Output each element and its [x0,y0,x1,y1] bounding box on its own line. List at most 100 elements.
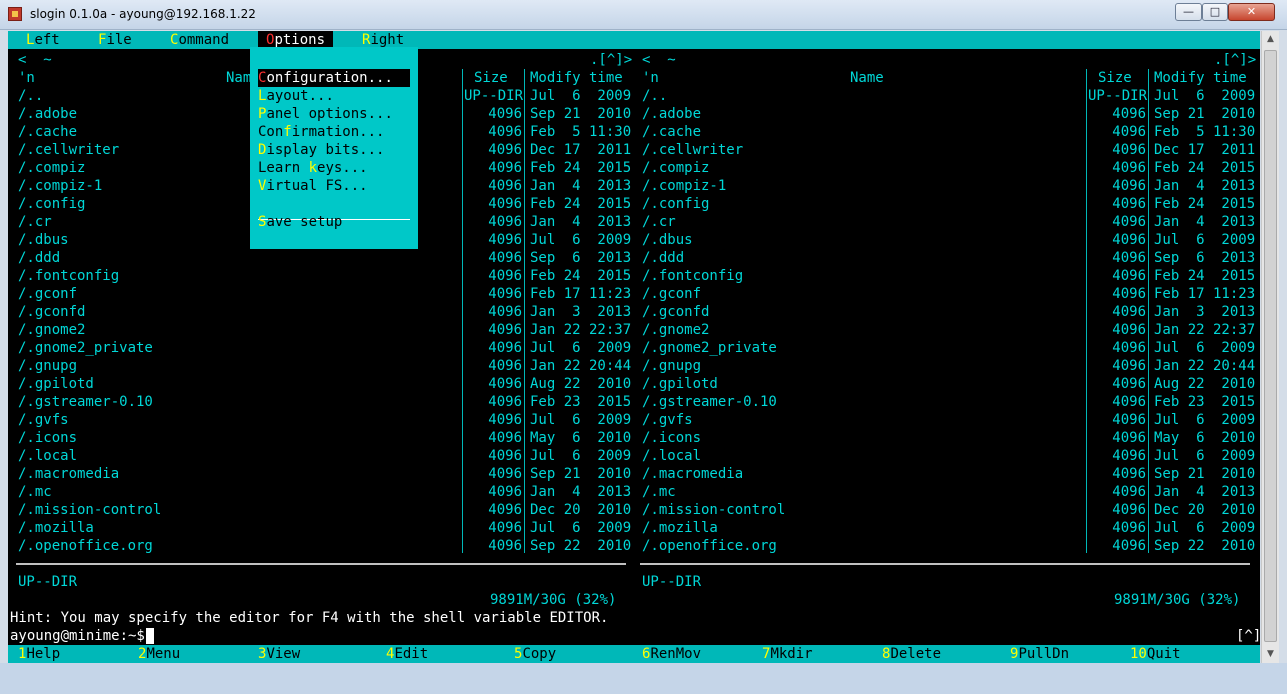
fkey-pulldn-button[interactable]: 9PullDn [1010,645,1069,663]
options-menu-item[interactable]: Configuration... [258,69,410,87]
fkey-menu-button[interactable]: 2Menu [138,645,180,663]
right-file-name[interactable]: /.cr [642,213,676,231]
left-panel-history[interactable]: .[^]> [590,51,632,69]
right-file-name[interactable]: /.gpilotd [642,375,718,393]
left-file-name[interactable]: /.gnupg [18,357,77,375]
right-file-size: 4096 [1112,466,1146,482]
left-file-name[interactable]: /.compiz-1 [18,177,102,195]
right-panel-history[interactable]: .[^]> [1214,51,1256,69]
right-file-name[interactable]: /.gconf [642,285,701,303]
options-menu-item[interactable]: Panel options... [258,105,410,123]
fkey-copy-button[interactable]: 5Copy [514,645,556,663]
left-file-date: Sep 21 2010 [530,106,632,122]
options-menu-item[interactable]: Display bits... [258,141,410,159]
right-header-mtime[interactable]: Modify time [1154,69,1247,87]
left-file-name[interactable]: /.mission-control [18,501,161,519]
left-file-name[interactable]: /.gvfs [18,411,69,429]
options-menu-item[interactable]: Save setup [258,213,410,231]
maximize-button[interactable]: □ [1202,3,1228,21]
left-file-name[interactable]: /.mozilla [18,519,94,537]
left-file-date: Jan 4 2013 [530,214,632,230]
left-file-name[interactable]: /.macromedia [18,465,119,483]
left-file-name[interactable]: /.adobe [18,105,77,123]
right-file-name[interactable]: /.fontconfig [642,267,743,285]
left-header-size[interactable]: Size [474,69,508,87]
right-file-name[interactable]: /.config [642,195,709,213]
left-file-name[interactable]: /.local [18,447,77,465]
left-file-name[interactable]: /.gnome2_private [18,339,153,357]
terminal-screen[interactable]: Left File Command Options Right < ~ .[^]> 'n… [8,31,1260,663]
left-file-name[interactable]: /.cellwriter [18,141,119,159]
right-file-name[interactable]: /.gnome2 [642,321,709,339]
left-file-name[interactable]: /.config [18,195,85,213]
left-file-name[interactable]: /.cache [18,123,77,141]
left-file-name[interactable]: /.compiz [18,159,85,177]
right-file-name[interactable]: /.gstreamer-0.10 [642,393,777,411]
window-titlebar[interactable]: slogin 0.1.0a - ayoung@192.168.1.22 — □ … [0,0,1287,30]
left-file-name[interactable]: /.. [18,87,43,105]
menu-command[interactable]: Command [170,31,229,49]
right-file-name[interactable]: /.compiz [642,159,709,177]
right-header-name[interactable]: Name [850,69,884,87]
close-button[interactable]: ✕ [1228,3,1275,21]
right-file-name[interactable]: /.openoffice.org [642,537,777,555]
left-file-name[interactable]: /.ddd [18,249,60,267]
right-file-name[interactable]: /.gconfd [642,303,709,321]
left-header-mtime[interactable]: Modify time [530,69,623,87]
right-file-size: 4096 [1112,178,1146,194]
right-file-name[interactable]: /.mc [642,483,676,501]
app-icon [8,7,22,21]
fkey-help-button[interactable]: 1Help [18,645,60,663]
right-file-name[interactable]: /.macromedia [642,465,743,483]
right-file-name[interactable]: /.mozilla [642,519,718,537]
right-file-name[interactable]: /.compiz-1 [642,177,726,195]
fkey-quit-button[interactable]: 10Quit [1130,645,1181,663]
left-file-name[interactable]: /.dbus [18,231,69,249]
right-header-size[interactable]: Size [1098,69,1132,87]
shell-prompt[interactable]: ayoung@minime:~$ [10,627,145,645]
right-file-date: Feb 24 2015 [1154,268,1256,284]
right-file-date: May 6 2010 [1154,430,1256,446]
right-file-name[interactable]: /.ddd [642,249,684,267]
left-file-name[interactable]: /.gpilotd [18,375,94,393]
fkey-mkdir-button[interactable]: 7Mkdir [762,645,813,663]
left-file-name[interactable]: /.cr [18,213,52,231]
right-file-name[interactable]: /.icons [642,429,701,447]
scroll-up-icon[interactable]: ▲ [1262,31,1279,48]
scroll-down-icon[interactable]: ▼ [1262,646,1279,663]
right-file-name[interactable]: /.gnupg [642,357,701,375]
left-file-name[interactable]: /.gconf [18,285,77,303]
left-file-name[interactable]: /.fontconfig [18,267,119,285]
minimize-button[interactable]: — [1175,3,1202,21]
options-menu-dropdown: Configuration... Layout... Panel options..… [250,47,418,249]
right-file-name[interactable]: /.cache [642,123,701,141]
vertical-scrollbar[interactable]: ▲ ▼ [1261,31,1279,663]
right-file-name[interactable]: /.. [642,87,667,105]
left-file-name[interactable]: /.gnome2 [18,321,85,339]
fkey-delete-button[interactable]: 8Delete [882,645,941,663]
right-file-name[interactable]: /.cellwriter [642,141,743,159]
right-status: UP--DIR [642,574,702,590]
right-file-name[interactable]: /.gnome2_private [642,339,777,357]
scroll-thumb[interactable] [1264,50,1277,642]
right-file-name[interactable]: /.gvfs [642,411,693,429]
right-file-name[interactable]: /.mission-control [642,501,785,519]
left-file-name[interactable]: /.icons [18,429,77,447]
left-file-name[interactable]: /.gconfd [18,303,85,321]
menu-file[interactable]: File [98,31,132,49]
options-menu-item[interactable]: Layout... [258,87,410,105]
fkey-view-button[interactable]: 3View [258,645,300,663]
left-file-name[interactable]: /.gstreamer-0.10 [18,393,153,411]
menu-left[interactable]: Left [26,31,60,49]
right-file-name[interactable]: /.adobe [642,105,701,123]
prompt-history-button[interactable]: [^] [1236,627,1260,645]
left-file-name[interactable]: /.openoffice.org [18,537,153,555]
fkey-renmov-button[interactable]: 6RenMov [642,645,701,663]
options-menu-item[interactable]: Learn keys... [258,159,410,177]
left-file-name[interactable]: /.mc [18,483,52,501]
fkey-edit-button[interactable]: 4Edit [386,645,428,663]
options-menu-item[interactable]: Confirmation... [258,123,410,141]
right-file-name[interactable]: /.local [642,447,701,465]
right-file-name[interactable]: /.dbus [642,231,693,249]
options-menu-item[interactable]: Virtual FS... [258,177,410,195]
